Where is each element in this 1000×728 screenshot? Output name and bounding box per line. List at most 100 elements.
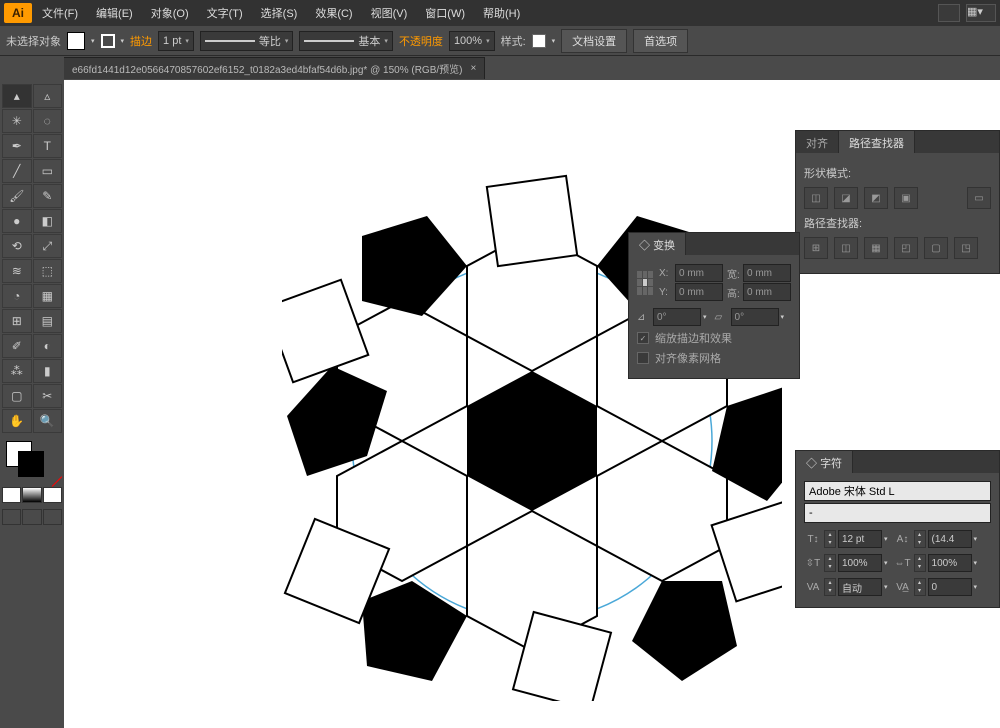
font-family-input[interactable] — [804, 481, 991, 501]
tab-transform[interactable]: ◇ 变换 — [629, 233, 686, 255]
kerning-stepper[interactable]: ▴▾ — [824, 578, 836, 596]
zoom-tool[interactable]: 🔍 — [33, 409, 63, 433]
minus-front-icon[interactable]: ◪ — [834, 187, 858, 209]
crop-icon[interactable]: ◰ — [894, 237, 918, 259]
symbol-sprayer-tool[interactable]: ⁂ — [2, 359, 32, 383]
y-input[interactable] — [675, 283, 723, 301]
trim-icon[interactable]: ◫ — [834, 237, 858, 259]
perspective-tool[interactable]: ▦ — [33, 284, 63, 308]
pencil-tool[interactable]: ✎ — [33, 184, 63, 208]
tracking-stepper[interactable]: ▴▾ — [914, 578, 926, 596]
width-profile[interactable]: 基本▾ — [299, 31, 393, 51]
fill-stroke-swatches[interactable] — [2, 441, 62, 481]
stroke-swatch[interactable] — [101, 34, 115, 48]
draw-inside[interactable] — [43, 509, 62, 525]
blend-tool[interactable]: ◐ — [33, 334, 63, 358]
menu-file[interactable]: 文件(F) — [34, 1, 86, 25]
scale-strokes-check[interactable]: ✓缩放描边和效果 — [637, 330, 791, 346]
dash-profile[interactable]: 等比▾ — [200, 31, 294, 51]
workspace-btn[interactable] — [938, 4, 960, 22]
eyedropper-tool[interactable]: ✐ — [2, 334, 32, 358]
stroke-weight-input[interactable]: 1 pt▾ — [158, 31, 194, 51]
h-input[interactable] — [743, 283, 791, 301]
magic-wand-tool[interactable]: ✳ — [2, 109, 32, 133]
eraser-tool[interactable]: ◧ — [33, 209, 63, 233]
menu-edit[interactable]: 编辑(E) — [88, 1, 141, 25]
direct-selection-tool[interactable]: ▵ — [33, 84, 63, 108]
line-tool[interactable]: ╱ — [2, 159, 32, 183]
preferences-button[interactable]: 首选项 — [633, 29, 688, 53]
artboard-tool[interactable]: ▢ — [2, 384, 32, 408]
size-stepper[interactable]: ▴▾ — [824, 530, 836, 548]
kerning-icon: VA — [804, 578, 822, 596]
tracking-input[interactable] — [928, 578, 972, 596]
vscale-stepper[interactable]: ▴▾ — [824, 554, 836, 572]
document-tab[interactable]: e66fd1441d12e0566470857602ef6152_t0182a3… — [64, 57, 485, 79]
expand-icon[interactable]: ▭ — [967, 187, 991, 209]
doc-setup-button[interactable]: 文档设置 — [561, 29, 627, 53]
w-input[interactable] — [743, 264, 791, 282]
rectangle-tool[interactable]: ▭ — [33, 159, 63, 183]
menu-help[interactable]: 帮助(H) — [475, 1, 528, 25]
color-mode[interactable] — [2, 487, 21, 503]
none-mode[interactable] — [43, 487, 62, 503]
minus-back-icon[interactable]: ◳ — [954, 237, 978, 259]
lasso-tool[interactable]: ◌ — [33, 109, 63, 133]
graph-tool[interactable]: ▮ — [33, 359, 63, 383]
stroke-label[interactable]: 描边 — [130, 33, 152, 49]
font-size-input[interactable] — [838, 530, 882, 548]
shear-input[interactable] — [731, 308, 779, 326]
unite-icon[interactable]: ◫ — [804, 187, 828, 209]
paintbrush-tool[interactable]: 🖌 — [2, 184, 32, 208]
slice-tool[interactable]: ✂ — [33, 384, 63, 408]
intersect-icon[interactable]: ◩ — [864, 187, 888, 209]
menu-effect[interactable]: 效果(C) — [307, 1, 360, 25]
tab-pathfinder[interactable]: 路径查找器 — [839, 131, 915, 153]
menu-window[interactable]: 窗口(W) — [417, 1, 473, 25]
style-swatch[interactable] — [532, 34, 546, 48]
menu-select[interactable]: 选择(S) — [253, 1, 306, 25]
fill-swatch[interactable] — [67, 32, 85, 50]
opacity-label[interactable]: 不透明度 — [399, 33, 443, 49]
leading-input[interactable] — [928, 530, 972, 548]
hscale-stepper[interactable]: ▴▾ — [914, 554, 926, 572]
x-input[interactable] — [675, 264, 723, 282]
divide-icon[interactable]: ⊞ — [804, 237, 828, 259]
vscale-input[interactable] — [838, 554, 882, 572]
arrange-btn[interactable]: ▦▾ — [966, 4, 996, 22]
gradient-tool[interactable]: ▤ — [33, 309, 63, 333]
kerning-input[interactable] — [838, 578, 882, 596]
leading-icon: A↕ — [894, 530, 912, 548]
tab-character[interactable]: ◇ 字符 — [796, 451, 853, 473]
font-style-input[interactable] — [804, 503, 991, 523]
pen-tool[interactable]: ✒ — [2, 134, 32, 158]
draw-behind[interactable] — [22, 509, 41, 525]
reference-point[interactable] — [637, 271, 653, 295]
gradient-mode[interactable] — [22, 487, 41, 503]
hscale-input[interactable] — [928, 554, 972, 572]
shape-builder-tool[interactable]: ◔ — [2, 284, 32, 308]
blob-brush-tool[interactable]: ● — [2, 209, 32, 233]
mesh-tool[interactable]: ⊞ — [2, 309, 32, 333]
selection-tool[interactable]: ▴ — [2, 84, 32, 108]
tab-align[interactable]: 对齐 — [796, 131, 839, 153]
draw-normal[interactable] — [2, 509, 21, 525]
opacity-input[interactable]: 100%▾ — [449, 31, 495, 51]
rotate-tool[interactable]: ⟲ — [2, 234, 32, 258]
hand-tool[interactable]: ✋ — [2, 409, 32, 433]
width-tool[interactable]: ≋ — [2, 259, 32, 283]
merge-icon[interactable]: ▦ — [864, 237, 888, 259]
close-icon[interactable]: × — [470, 63, 476, 74]
align-pixel-check[interactable]: 对齐像素网格 — [637, 350, 791, 366]
stroke-color[interactable] — [18, 451, 44, 477]
rotate-input[interactable] — [653, 308, 701, 326]
type-tool[interactable]: T — [33, 134, 63, 158]
menu-type[interactable]: 文字(T) — [199, 1, 251, 25]
outline-icon[interactable]: ▢ — [924, 237, 948, 259]
scale-tool[interactable]: ⤢ — [33, 234, 63, 258]
free-transform-tool[interactable]: ⬚ — [33, 259, 63, 283]
menu-object[interactable]: 对象(O) — [143, 1, 197, 25]
leading-stepper[interactable]: ▴▾ — [914, 530, 926, 548]
exclude-icon[interactable]: ▣ — [894, 187, 918, 209]
menu-view[interactable]: 视图(V) — [363, 1, 416, 25]
